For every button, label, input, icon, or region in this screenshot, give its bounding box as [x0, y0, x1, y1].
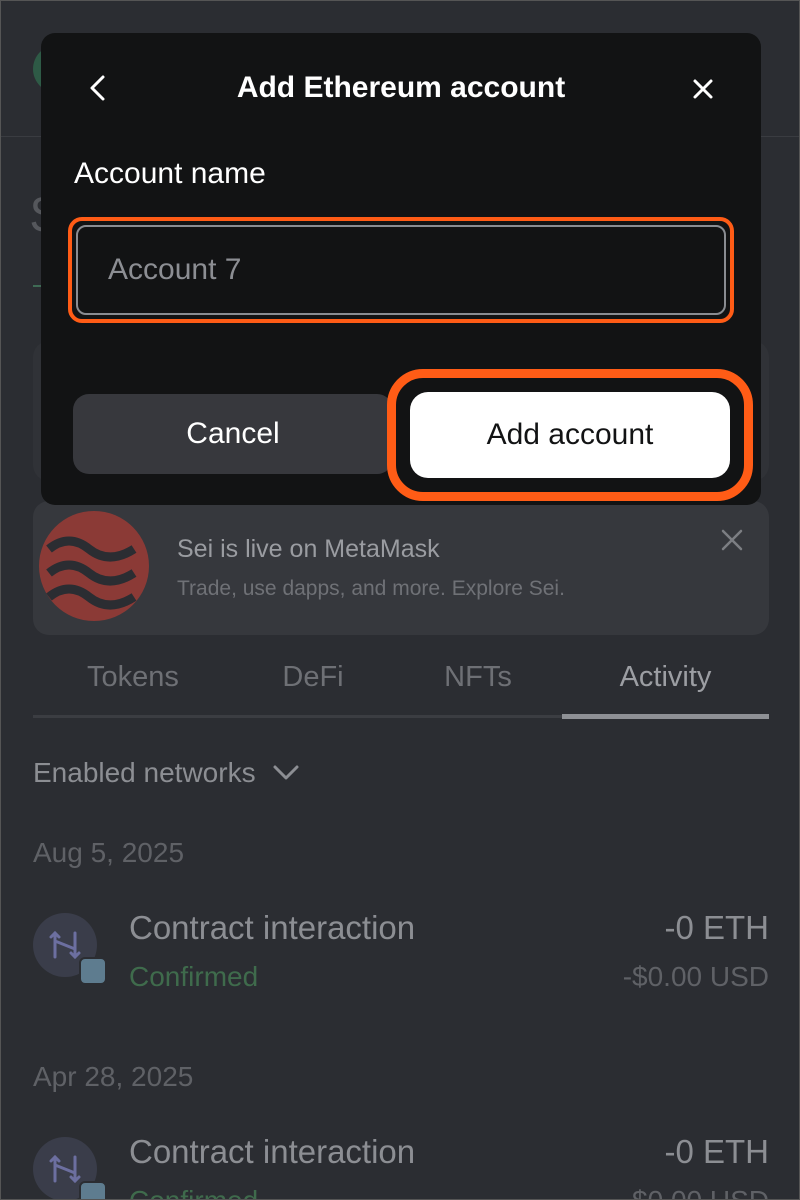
tab-bar: Tokens DeFi NFTs Activity	[33, 651, 769, 719]
add-account-modal: Add Ethereum account Account name Cancel…	[41, 33, 761, 505]
tab-active-indicator	[562, 714, 769, 719]
activity-date: Aug 5, 2025	[33, 837, 185, 868]
activity-title: Contract interaction	[129, 1133, 416, 1170]
promo-banner[interactable]: Sei is live on MetaMask Trade, use dapps…	[33, 501, 769, 635]
close-icon[interactable]	[719, 527, 745, 553]
modal-title: Add Ethereum account	[236, 71, 566, 104]
networks-filter-label: Enabled networks	[33, 757, 256, 788]
sei-logo-icon	[39, 511, 149, 621]
chevron-down-icon	[273, 765, 299, 780]
add-account-highlight: Add account	[387, 369, 753, 501]
network-badge-icon	[79, 957, 107, 985]
activity-row[interactable]: Contract interaction Confirmed -0 ETH -$…	[33, 1133, 769, 1199]
activity-fiat: -$0.00 USD	[622, 961, 769, 992]
activity-status: Confirmed	[129, 1185, 258, 1199]
activity-amount: -0 ETH	[664, 909, 769, 946]
tab-activity[interactable]: Activity	[562, 651, 769, 719]
activity-fiat: -$0.00 USD	[623, 1185, 769, 1199]
tab-tokens[interactable]: Tokens	[33, 651, 233, 719]
tab-nfts[interactable]: NFTs	[378, 651, 578, 719]
cancel-button[interactable]: Cancel	[73, 394, 393, 474]
screen: $ Sei is live on MetaMask Trade, use dap…	[0, 0, 800, 1200]
account-name-input[interactable]	[76, 225, 726, 315]
activity-status: Confirmed	[129, 961, 259, 992]
add-account-button[interactable]: Add account	[410, 392, 730, 478]
network-badge-icon	[79, 1181, 107, 1199]
close-icon[interactable]	[689, 75, 717, 103]
activity-date: Apr 28, 2025	[33, 1061, 194, 1092]
promo-subtitle: Trade, use dapps, and more. Explore Sei.	[177, 577, 565, 600]
activity-row[interactable]: Contract interaction Confirmed -0 ETH -$…	[33, 909, 769, 1003]
account-name-label: Account name	[74, 157, 266, 190]
promo-title: Sei is live on MetaMask	[177, 535, 440, 563]
activity-title: Contract interaction	[129, 909, 416, 946]
account-name-highlight	[68, 217, 734, 323]
networks-filter[interactable]: Enabled networks	[33, 757, 300, 789]
activity-amount: -0 ETH	[664, 1133, 769, 1170]
